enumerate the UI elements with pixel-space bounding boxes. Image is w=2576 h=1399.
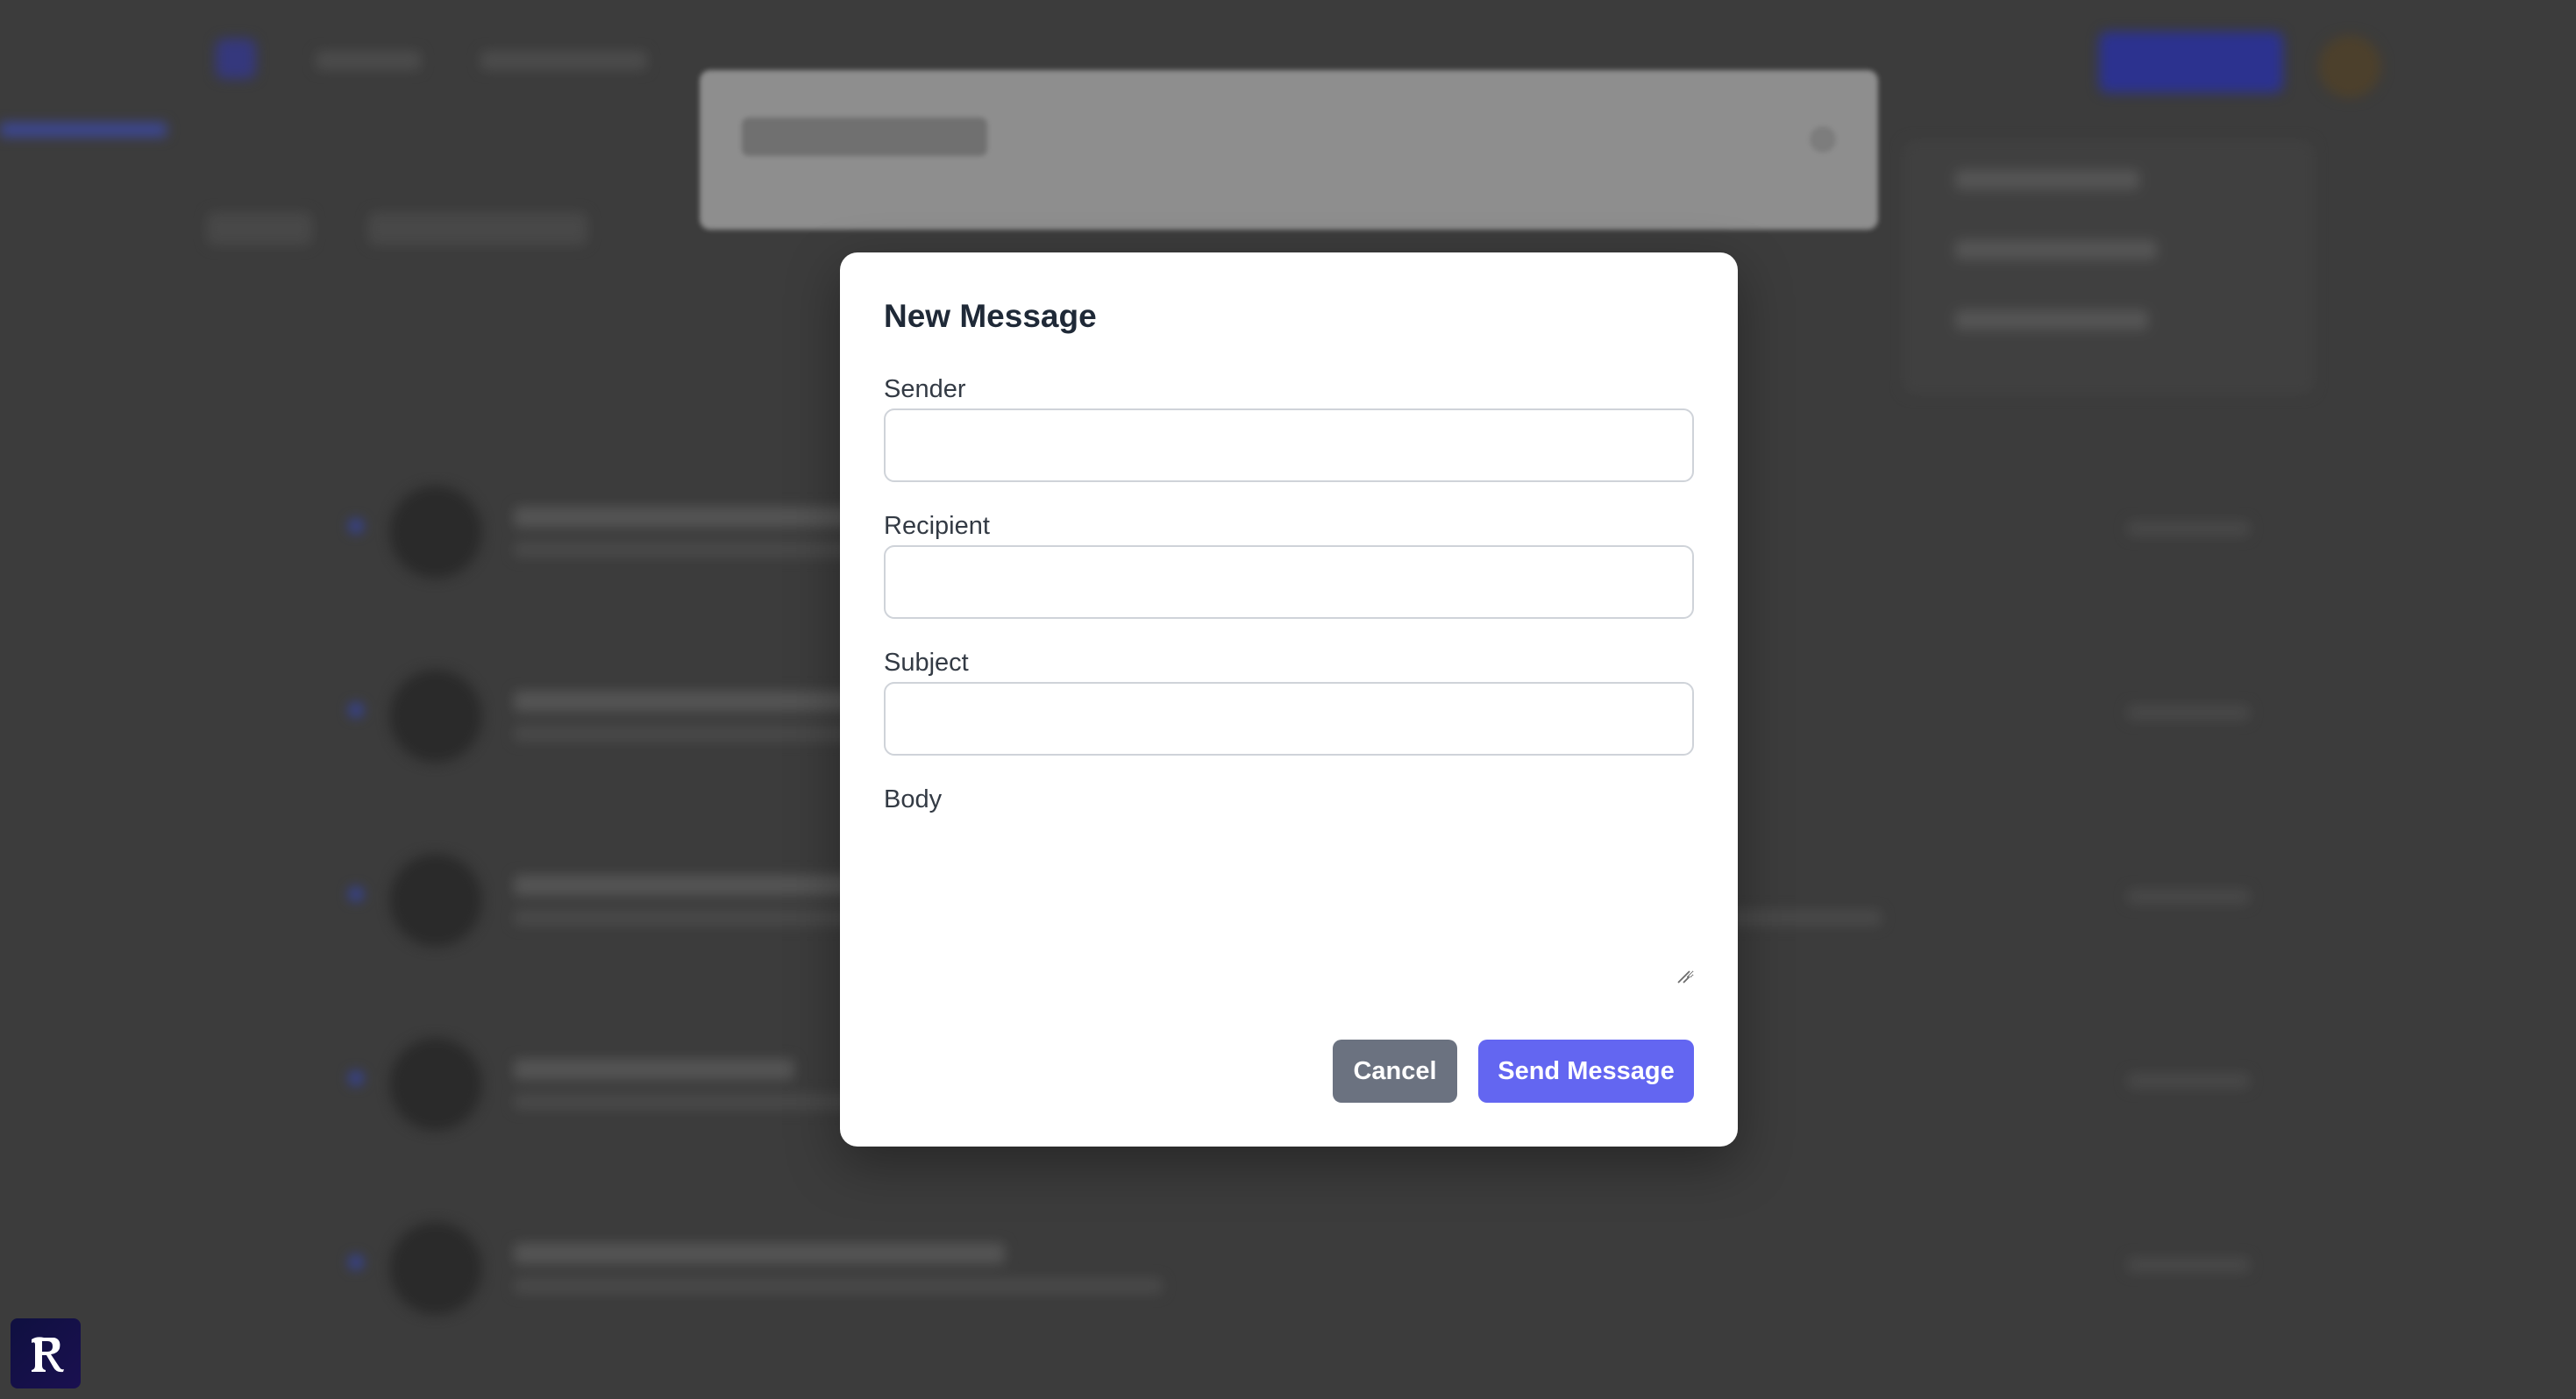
sender-label: Sender	[884, 375, 966, 403]
cancel-button[interactable]: Cancel	[1333, 1040, 1457, 1103]
subject-input[interactable]	[884, 682, 1694, 756]
dialog-title: New Message	[884, 298, 1097, 334]
subject-label: Subject	[884, 649, 969, 677]
gothic-r-logo-icon[interactable]	[11, 1318, 81, 1388]
screen: New Message Sender Recipient Subject Bod…	[0, 0, 2576, 1399]
sender-input[interactable]	[884, 408, 1694, 482]
logo-glyph	[32, 1337, 64, 1373]
resize-grip-icon[interactable]	[1675, 968, 1690, 984]
body-textarea[interactable]	[884, 817, 1694, 978]
new-message-dialog: New Message Sender Recipient Subject Bod…	[840, 252, 1738, 1147]
body-label: Body	[884, 785, 943, 813]
send-message-button[interactable]: Send Message	[1478, 1040, 1694, 1103]
recipient-input[interactable]	[884, 545, 1694, 619]
recipient-label: Recipient	[884, 512, 990, 540]
